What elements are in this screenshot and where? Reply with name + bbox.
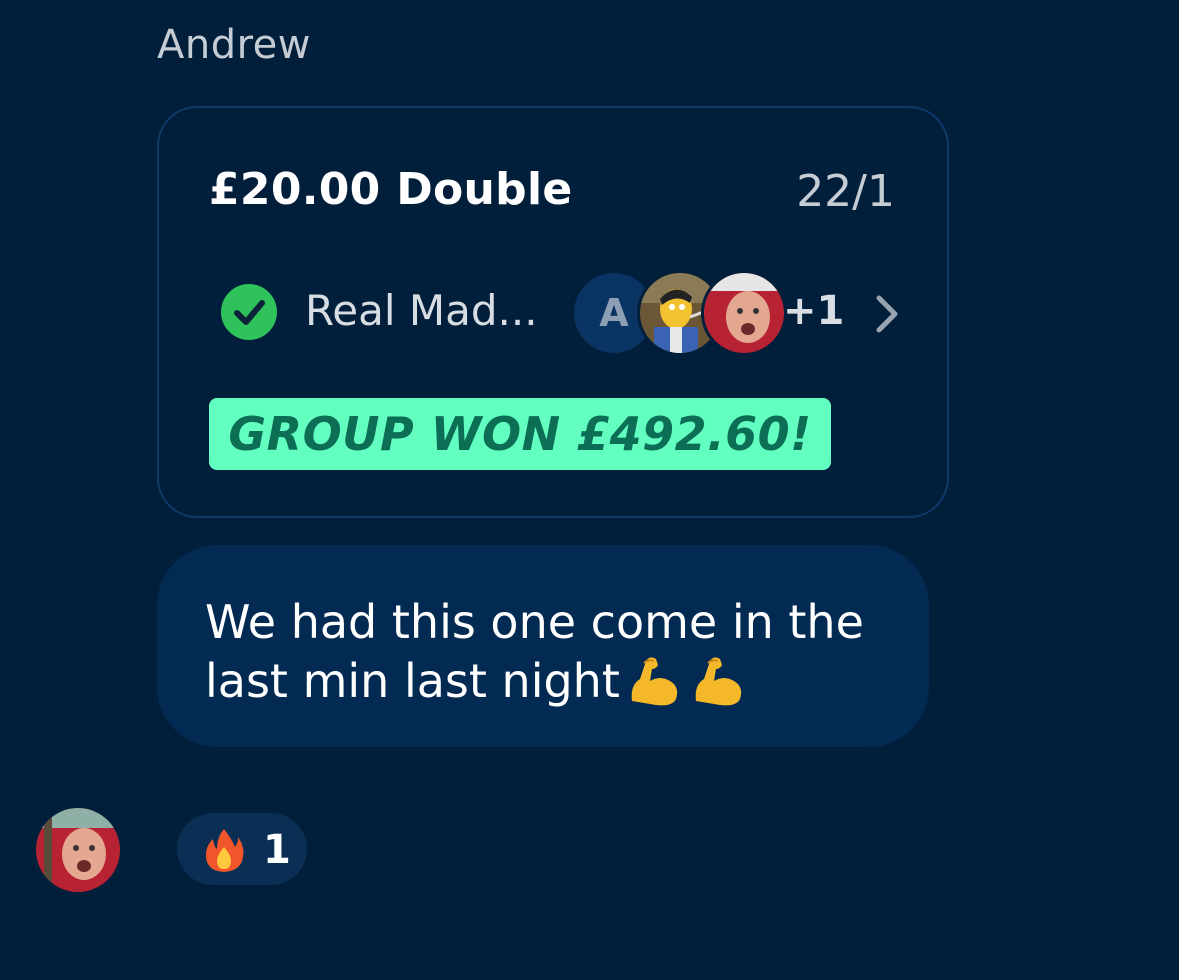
reaction-pill[interactable]: 1: [177, 813, 307, 885]
group-won-banner: GROUP WON £492.60!: [209, 398, 831, 470]
participant-avatars[interactable]: A: [571, 270, 787, 356]
bet-card[interactable]: £20.00 Double 22/1 Real Mad... A +1 GROU…: [157, 106, 949, 518]
fire-icon: [205, 829, 244, 872]
sender-name: Andrew: [157, 22, 311, 68]
user-avatar[interactable]: [36, 808, 120, 892]
bet-title: £20.00 Double: [209, 164, 573, 215]
avatar-photo: [701, 270, 787, 356]
selection-name: Real Mad...: [305, 286, 538, 335]
message-text: We had this one come in the last min las…: [205, 595, 864, 708]
message-bubble[interactable]: We had this one come in the last min las…: [157, 545, 929, 747]
extra-participants-count: +1: [783, 288, 845, 334]
bet-odds: 22/1: [796, 166, 895, 217]
reaction-count: 1: [263, 827, 291, 873]
flexed-biceps-icon: [631, 657, 678, 706]
bet-selection-row[interactable]: Real Mad... A +1: [221, 268, 911, 358]
check-circle-icon: [221, 284, 277, 340]
chevron-right-icon[interactable]: [873, 294, 901, 334]
flexed-biceps-icon: [695, 657, 742, 706]
